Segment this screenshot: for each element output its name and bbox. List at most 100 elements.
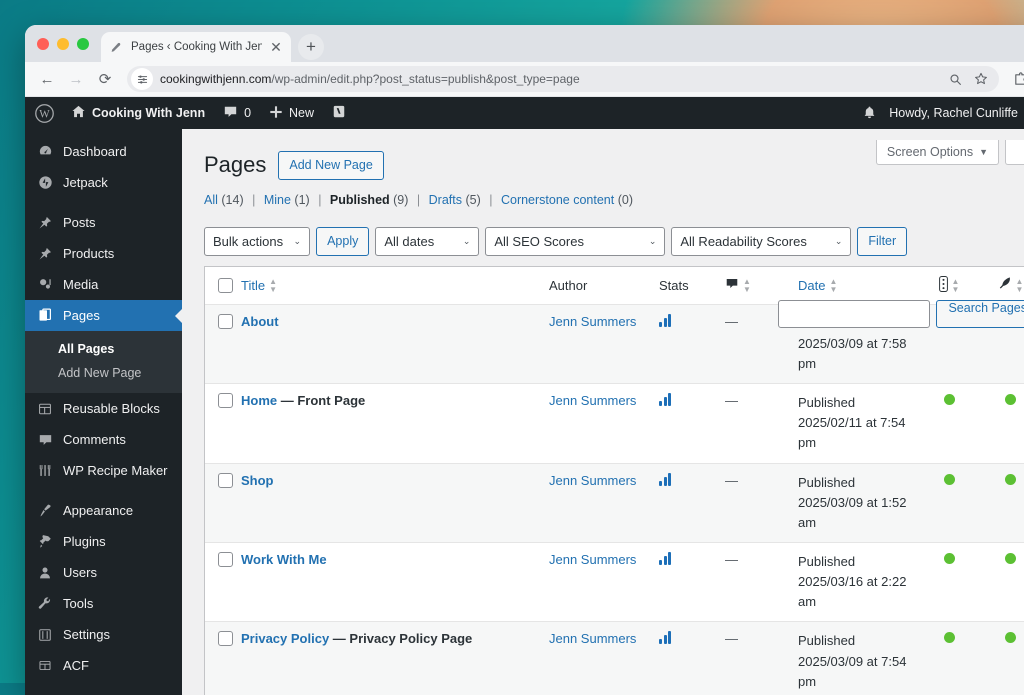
sidebar-item-pages[interactable]: Pages: [25, 300, 182, 331]
tab-close-icon[interactable]: ✕: [269, 40, 283, 54]
row-seo-cell[interactable]: [918, 393, 980, 408]
table-row[interactable]: Shop Jenn Summers — Published 2025/03/09 at …: [205, 463, 1024, 544]
author-link[interactable]: Jenn Summers: [549, 393, 636, 408]
admin-bar-new[interactable]: New: [260, 97, 323, 129]
stats-bar-icon[interactable]: [659, 472, 671, 486]
close-window-button[interactable]: [37, 37, 49, 50]
row-readability-cell[interactable]: [980, 393, 1024, 408]
row-seo-cell[interactable]: [918, 631, 980, 646]
seo-score-bullet[interactable]: [943, 632, 955, 644]
column-header-readability[interactable]: ▲ ▼: [980, 276, 1024, 294]
filter-button[interactable]: Filter: [857, 226, 908, 256]
add-new-page-button[interactable]: Add New Page: [278, 151, 384, 180]
back-icon[interactable]: ←: [34, 66, 60, 92]
select-all-checkbox[interactable]: [218, 277, 233, 293]
sidebar-item-users[interactable]: Users: [25, 557, 182, 588]
row-readability-cell[interactable]: [980, 552, 1024, 567]
row-seo-cell[interactable]: [918, 473, 980, 488]
row-stats-cell[interactable]: [659, 393, 725, 409]
row-stats-cell[interactable]: [659, 631, 725, 647]
help-button[interactable]: [1005, 140, 1024, 165]
sidebar-item-jetpack[interactable]: Jetpack: [25, 167, 182, 198]
seo-score-bullet[interactable]: [943, 553, 955, 565]
row-checkbox[interactable]: [218, 393, 233, 409]
author-link[interactable]: Jenn Summers: [549, 473, 636, 488]
sidebar-item-settings[interactable]: Settings: [25, 619, 182, 650]
stats-bar-icon[interactable]: [659, 631, 671, 645]
seo-score-filter-select[interactable]: All SEO Scores ⌄: [485, 226, 666, 256]
page-settings-icon[interactable]: [131, 68, 153, 90]
table-row[interactable]: Work With Me Jenn Summers — Published 2025/0…: [205, 543, 1024, 623]
view-link-mine[interactable]: Mine: [264, 193, 291, 207]
sidebar-item-products[interactable]: Products: [25, 238, 182, 269]
admin-bar-yoast[interactable]: [323, 97, 355, 129]
sidebar-item-wp-recipe-maker[interactable]: WP Recipe Maker: [25, 455, 182, 486]
row-seo-cell[interactable]: [918, 552, 980, 567]
minimize-window-button[interactable]: [57, 37, 69, 50]
author-link[interactable]: Jenn Summers: [549, 631, 636, 646]
bookmark-star-icon[interactable]: [969, 67, 993, 91]
view-link-published[interactable]: Published: [330, 193, 390, 207]
submenu-item-add-new-page[interactable]: Add New Page: [25, 361, 182, 385]
readability-score-bullet[interactable]: [1004, 394, 1016, 406]
admin-bar-site-name[interactable]: Cooking With Jenn: [62, 97, 214, 129]
date-filter-select[interactable]: All dates ⌄: [375, 226, 480, 256]
sidebar-item-comments[interactable]: Comments: [25, 424, 182, 455]
stats-bar-icon[interactable]: [659, 393, 671, 407]
readability-score-bullet[interactable]: [1004, 632, 1016, 644]
sidebar-item-acf[interactable]: ACF: [25, 650, 182, 681]
row-readability-cell[interactable]: [980, 473, 1024, 488]
view-link-cornerstone[interactable]: Cornerstone content: [501, 193, 614, 207]
view-link-drafts[interactable]: Drafts: [429, 193, 462, 207]
address-bar[interactable]: cookingwithjenn.com/wp-admin/edit.php?po…: [127, 66, 999, 92]
page-title-link[interactable]: Work With Me: [241, 552, 327, 567]
wordpress-logo-icon[interactable]: W: [25, 97, 62, 129]
maximize-window-button[interactable]: [77, 37, 89, 50]
sidebar-item-tools[interactable]: Tools: [25, 588, 182, 619]
stats-bar-icon[interactable]: [659, 313, 671, 327]
row-checkbox[interactable]: [218, 313, 233, 329]
page-title-link[interactable]: Home: [241, 393, 277, 408]
sidebar-item-dashboard[interactable]: Dashboard: [25, 136, 182, 167]
new-tab-button[interactable]: +: [298, 34, 324, 60]
submenu-item-all-pages[interactable]: All Pages: [25, 337, 182, 361]
admin-bar-comments[interactable]: 0: [214, 97, 260, 129]
browser-tab[interactable]: Pages ‹ Cooking With Jenn — W ✕: [101, 32, 291, 62]
sort-arrows-icon[interactable]: ▲ ▼: [1016, 277, 1024, 293]
apply-button[interactable]: Apply: [316, 226, 370, 256]
stats-bar-icon[interactable]: [659, 552, 671, 566]
page-title-link[interactable]: About: [241, 314, 279, 329]
author-link[interactable]: Jenn Summers: [549, 314, 636, 329]
seo-score-bullet[interactable]: [943, 473, 955, 485]
sort-arrows-icon[interactable]: ▲ ▼: [829, 277, 837, 293]
screen-options-button[interactable]: Screen Options ▼: [875, 140, 999, 165]
row-stats-cell[interactable]: [659, 472, 725, 489]
reload-icon[interactable]: ⟳: [92, 66, 118, 92]
zoom-icon[interactable]: [943, 67, 967, 91]
readability-score-bullet[interactable]: [1004, 473, 1016, 485]
row-checkbox[interactable]: [218, 552, 233, 568]
table-row[interactable]: Privacy Policy — Privacy Policy Page Jenn…: [205, 622, 1024, 695]
forward-icon[interactable]: →: [63, 66, 89, 92]
search-pages-button[interactable]: Search Pages: [936, 300, 1024, 328]
extensions-icon[interactable]: [1008, 67, 1024, 91]
admin-bar-my-account[interactable]: Howdy, Rachel Cunliffe: [889, 105, 1024, 122]
seo-score-bullet[interactable]: [943, 394, 955, 406]
view-link-all[interactable]: All: [204, 193, 218, 207]
sort-arrows-icon[interactable]: ▲ ▼: [952, 277, 960, 293]
sort-arrows-icon[interactable]: ▲ ▼: [743, 277, 751, 293]
row-stats-cell[interactable]: [659, 313, 725, 330]
readability-score-filter-select[interactable]: All Readability Scores ⌄: [671, 226, 852, 256]
bell-icon[interactable]: [850, 105, 889, 121]
table-row[interactable]: Home — Front Page Jenn Summers — Published 2…: [205, 384, 1024, 464]
row-stats-cell[interactable]: [659, 552, 725, 568]
column-header-seo[interactable]: ▲ ▼: [918, 275, 980, 295]
author-link[interactable]: Jenn Summers: [549, 552, 636, 567]
sidebar-item-media[interactable]: Media: [25, 269, 182, 300]
sidebar-item-plugins[interactable]: Plugins: [25, 526, 182, 557]
page-title-link[interactable]: Shop: [241, 473, 274, 488]
sidebar-item-posts[interactable]: Posts: [25, 207, 182, 238]
row-checkbox[interactable]: [218, 631, 233, 647]
page-title-link[interactable]: Privacy Policy: [241, 631, 329, 646]
column-header-date[interactable]: Date ▲ ▼: [798, 277, 918, 293]
